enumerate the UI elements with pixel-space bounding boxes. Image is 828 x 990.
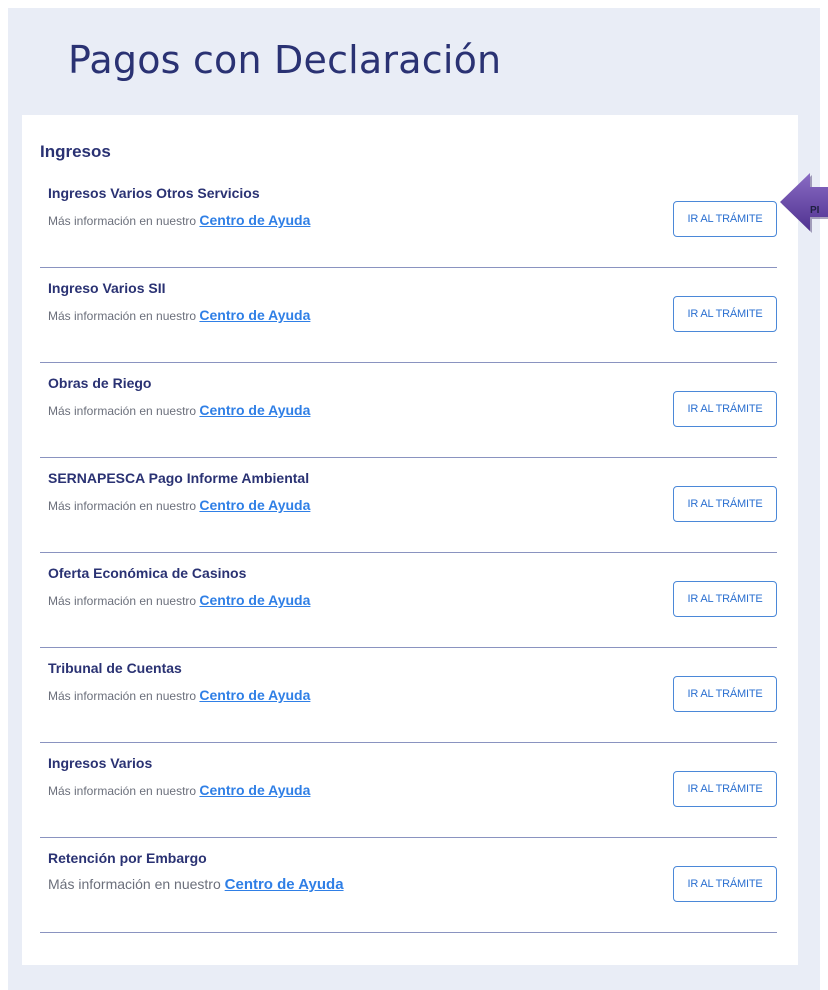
list-item: Oferta Económica de Casinos Más informac… — [40, 553, 777, 648]
page-title: Pagos con Declaración — [68, 38, 502, 82]
go-to-procedure-button[interactable]: IR AL TRÁMITE — [673, 296, 777, 332]
item-title: SERNAPESCA Pago Informe Ambiental — [48, 470, 310, 486]
go-to-procedure-button[interactable]: IR AL TRÁMITE — [673, 201, 777, 237]
annotation-arrow-icon — [780, 173, 828, 233]
item-help-text: Más información en nuestro Centro de Ayu… — [48, 497, 310, 513]
annotation-label: PI — [810, 205, 820, 216]
help-prefix: Más información en nuestro — [48, 689, 200, 703]
item-title: Ingresos Varios Otros Servicios — [48, 185, 260, 201]
list-item: Retención por Embargo Más información en… — [40, 838, 777, 933]
list-item: Tribunal de Cuentas Más información en n… — [40, 648, 777, 743]
item-title: Obras de Riego — [48, 375, 152, 391]
go-to-procedure-button[interactable]: IR AL TRÁMITE — [673, 771, 777, 807]
section-title: Ingresos — [40, 142, 111, 161]
item-help-text: Más información en nuestro Centro de Ayu… — [48, 402, 310, 418]
item-title: Oferta Económica de Casinos — [48, 565, 247, 581]
help-center-link[interactable]: Centro de Ayuda — [199, 782, 310, 798]
item-list: Ingresos Varios Otros Servicios Más info… — [40, 173, 777, 933]
item-title: Retención por Embargo — [48, 850, 207, 866]
help-center-link[interactable]: Centro de Ayuda — [199, 497, 310, 513]
help-prefix: Más información en nuestro — [48, 876, 225, 892]
page-background: Pagos con Declaración Ingresos Ingresos … — [8, 8, 820, 990]
item-help-text: Más información en nuestro Centro de Ayu… — [48, 592, 310, 608]
list-item: Ingresos Varios Otros Servicios Más info… — [40, 173, 777, 268]
go-to-procedure-button[interactable]: IR AL TRÁMITE — [673, 866, 777, 902]
item-help-text: Más información en nuestro Centro de Ayu… — [48, 212, 310, 228]
list-item: Ingresos Varios Más información en nuest… — [40, 743, 777, 838]
help-center-link[interactable]: Centro de Ayuda — [225, 876, 344, 893]
content-card: Ingresos Ingresos Varios Otros Servicios… — [22, 115, 798, 965]
help-center-link[interactable]: Centro de Ayuda — [199, 592, 310, 608]
list-item: SERNAPESCA Pago Informe Ambiental Más in… — [40, 458, 777, 553]
help-center-link[interactable]: Centro de Ayuda — [199, 212, 310, 228]
help-prefix: Más información en nuestro — [48, 594, 200, 608]
item-help-text: Más información en nuestro Centro de Ayu… — [48, 876, 344, 893]
help-prefix: Más información en nuestro — [48, 309, 200, 323]
help-prefix: Más información en nuestro — [48, 499, 200, 513]
help-center-link[interactable]: Centro de Ayuda — [199, 402, 310, 418]
item-help-text: Más información en nuestro Centro de Ayu… — [48, 782, 310, 798]
go-to-procedure-button[interactable]: IR AL TRÁMITE — [673, 581, 777, 617]
list-item: Obras de Riego Más información en nuestr… — [40, 363, 777, 458]
item-title: Ingreso Varios SII — [48, 280, 166, 296]
help-center-link[interactable]: Centro de Ayuda — [199, 687, 310, 703]
go-to-procedure-button[interactable]: IR AL TRÁMITE — [673, 486, 777, 522]
go-to-procedure-button[interactable]: IR AL TRÁMITE — [673, 676, 777, 712]
help-prefix: Más información en nuestro — [48, 214, 200, 228]
help-center-link[interactable]: Centro de Ayuda — [199, 307, 310, 323]
go-to-procedure-button[interactable]: IR AL TRÁMITE — [673, 391, 777, 427]
item-title: Ingresos Varios — [48, 755, 153, 771]
item-title: Tribunal de Cuentas — [48, 660, 182, 676]
item-help-text: Más información en nuestro Centro de Ayu… — [48, 687, 310, 703]
help-prefix: Más información en nuestro — [48, 404, 200, 418]
item-help-text: Más información en nuestro Centro de Ayu… — [48, 307, 310, 323]
list-item: Ingreso Varios SII Más información en nu… — [40, 268, 777, 363]
help-prefix: Más información en nuestro — [48, 784, 200, 798]
